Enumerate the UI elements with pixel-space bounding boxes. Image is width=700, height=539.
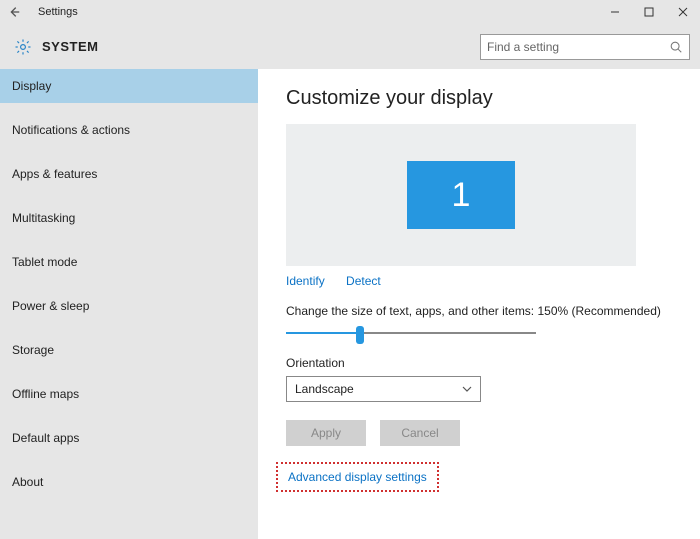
sidebar-item-label: Display [12, 79, 51, 93]
scale-label: Change the size of text, apps, and other… [286, 304, 672, 318]
detect-link[interactable]: Detect [346, 274, 381, 288]
sidebar-item-notifications[interactable]: Notifications & actions [0, 113, 258, 147]
sidebar-item-storage[interactable]: Storage [0, 333, 258, 367]
search-placeholder: Find a setting [487, 40, 669, 54]
sidebar-item-display[interactable]: Display [0, 69, 258, 103]
maximize-button[interactable] [632, 0, 666, 24]
sidebar-item-label: Offline maps [12, 387, 79, 401]
sidebar-item-apps[interactable]: Apps & features [0, 157, 258, 191]
gear-icon [14, 38, 32, 56]
header: SYSTEM Find a setting [0, 24, 700, 69]
sidebar-item-label: Power & sleep [12, 299, 89, 313]
chevron-down-icon [462, 384, 472, 394]
orientation-dropdown[interactable]: Landscape [286, 376, 481, 402]
minimize-button[interactable] [598, 0, 632, 24]
close-button[interactable] [666, 0, 700, 24]
sidebar-item-label: Tablet mode [12, 255, 77, 269]
search-input[interactable]: Find a setting [480, 34, 690, 60]
content-pane: Customize your display 1 Identify Detect… [258, 69, 700, 539]
sidebar-item-label: Multitasking [12, 211, 75, 225]
maximize-icon [644, 7, 654, 17]
titlebar: Settings [0, 0, 700, 24]
back-arrow-icon [7, 5, 21, 19]
sidebar: Display Notifications & actions Apps & f… [0, 69, 258, 539]
search-icon [669, 40, 683, 54]
orientation-label: Orientation [286, 356, 672, 370]
window-title: Settings [28, 6, 78, 18]
sidebar-item-tablet[interactable]: Tablet mode [0, 245, 258, 279]
sidebar-item-multitasking[interactable]: Multitasking [0, 201, 258, 235]
sidebar-item-about[interactable]: About [0, 465, 258, 499]
button-row: Apply Cancel [286, 420, 672, 446]
apply-button[interactable]: Apply [286, 420, 366, 446]
button-label: Cancel [401, 426, 438, 440]
page-heading: Customize your display [286, 87, 672, 110]
orientation-value: Landscape [295, 382, 354, 396]
advanced-highlight-box: Advanced display settings [276, 462, 439, 492]
monitor-1[interactable]: 1 [407, 161, 515, 229]
close-icon [678, 7, 688, 17]
slider-thumb[interactable] [356, 326, 364, 344]
header-title: SYSTEM [42, 39, 98, 54]
display-links: Identify Detect [286, 274, 672, 288]
sidebar-item-offline-maps[interactable]: Offline maps [0, 377, 258, 411]
sidebar-item-label: Apps & features [12, 167, 97, 181]
sidebar-item-label: Notifications & actions [12, 123, 130, 137]
sidebar-item-label: Default apps [12, 431, 79, 445]
sidebar-item-label: About [12, 475, 43, 489]
cancel-button[interactable]: Cancel [380, 420, 460, 446]
monitor-preview-area[interactable]: 1 [286, 124, 636, 266]
slider-fill [286, 332, 360, 334]
window-controls [598, 0, 700, 24]
sidebar-item-power[interactable]: Power & sleep [0, 289, 258, 323]
monitor-label: 1 [452, 176, 471, 215]
sidebar-item-default-apps[interactable]: Default apps [0, 421, 258, 455]
minimize-icon [610, 7, 620, 17]
button-label: Apply [311, 426, 341, 440]
back-button[interactable] [0, 5, 28, 19]
advanced-display-settings-link[interactable]: Advanced display settings [288, 470, 427, 484]
scale-slider[interactable] [286, 326, 536, 340]
sidebar-item-label: Storage [12, 343, 54, 357]
identify-link[interactable]: Identify [286, 274, 325, 288]
